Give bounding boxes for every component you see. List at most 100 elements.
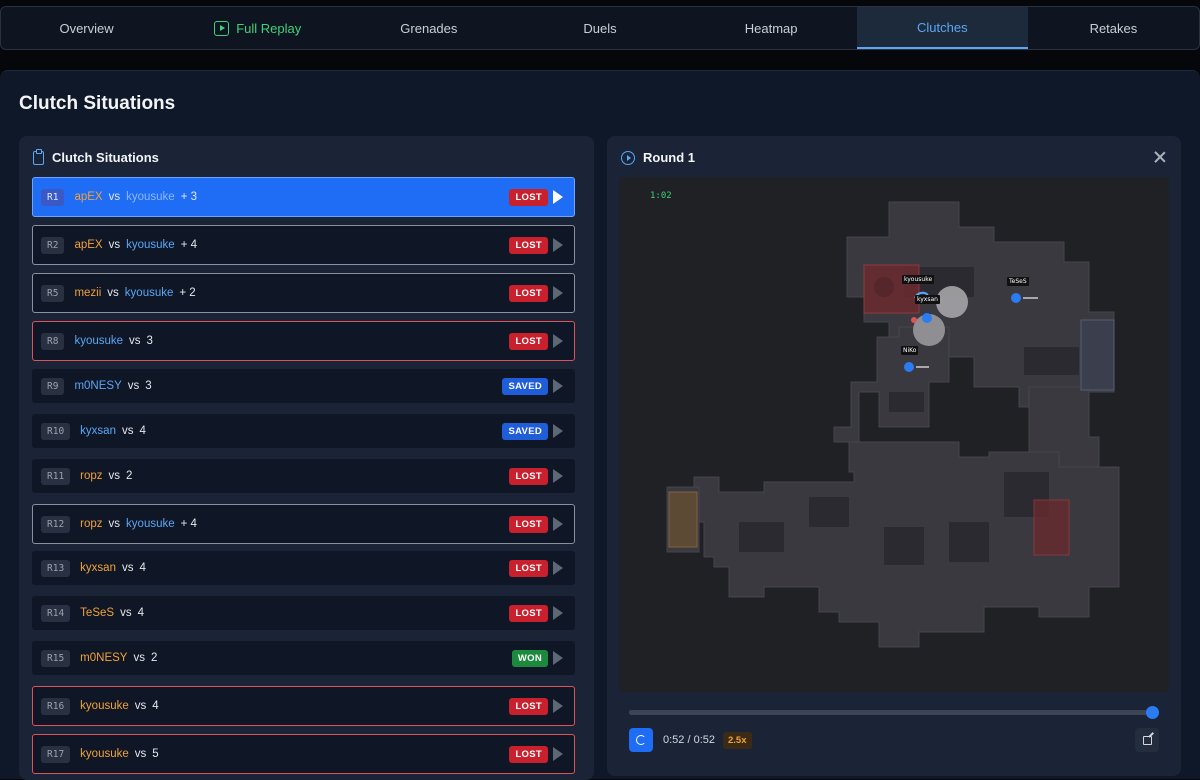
round-id: R2 bbox=[41, 236, 65, 254]
play-icon[interactable] bbox=[553, 379, 563, 393]
clutch-player: kyousuke bbox=[80, 748, 129, 760]
tab-overview[interactable]: Overview bbox=[1, 7, 172, 49]
map-layout bbox=[666, 201, 1120, 648]
opponent-count: 4 bbox=[152, 700, 159, 712]
clutch-row[interactable]: R14 TeSeS vs 4 LOST bbox=[32, 596, 575, 630]
replay-map[interactable]: 1:02 kyousuke kyxsan TeSeS NiKo bbox=[619, 177, 1169, 692]
clutch-player: TeSeS bbox=[80, 607, 115, 619]
restart-icon[interactable] bbox=[629, 728, 653, 752]
round-id: R12 bbox=[41, 515, 71, 533]
tab-heatmap[interactable]: Heatmap bbox=[686, 7, 857, 49]
tab-clutches[interactable]: Clutches bbox=[856, 7, 1028, 49]
clutch-player: kyxsan bbox=[80, 562, 116, 574]
play-icon[interactable] bbox=[553, 606, 563, 620]
clutch-list-panel: Clutch Situations R1 apEX vs kyousuke + 3 LOS… bbox=[19, 136, 594, 780]
opponent-player: kyousuke bbox=[124, 287, 174, 299]
clutch-player: kyxsan bbox=[80, 425, 116, 437]
clutch-row[interactable]: R17 kyousuke vs 5 LOST bbox=[32, 734, 575, 774]
speed-button[interactable]: 2.5x bbox=[723, 731, 752, 749]
tab-label: Clutches bbox=[916, 19, 968, 35]
play-icon[interactable] bbox=[553, 334, 563, 348]
replay-panel: Round 1 1:02 kyousuke kyxsan TeSeS NiKo … bbox=[607, 136, 1181, 776]
round-id: R16 bbox=[41, 697, 71, 715]
round-id: R10 bbox=[41, 422, 71, 440]
clutch-player: kyousuke bbox=[80, 700, 129, 712]
opponent-count: 3 bbox=[145, 380, 152, 392]
play-circle-icon bbox=[621, 150, 635, 165]
close-icon[interactable] bbox=[1153, 150, 1167, 164]
vs-label: vs bbox=[127, 380, 140, 392]
play-icon[interactable] bbox=[553, 469, 563, 483]
play-icon[interactable] bbox=[553, 561, 563, 575]
tab-duels[interactable]: Duels bbox=[514, 7, 685, 49]
clutch-row[interactable]: R11 ropz vs 2 LOST bbox=[32, 459, 575, 493]
vs-label: vs bbox=[133, 652, 145, 664]
vs-label: vs bbox=[121, 562, 134, 574]
result-badge: LOST bbox=[509, 697, 548, 715]
play-icon[interactable] bbox=[553, 424, 563, 438]
clutch-row[interactable]: R10 kyxsan vs 4 SAVED bbox=[32, 414, 575, 448]
clutch-row[interactable]: R8 kyousuke vs 3 LOST bbox=[32, 321, 575, 361]
clutch-row[interactable]: R12 ropz vs kyousuke + 4 LOST bbox=[32, 504, 575, 544]
external-link-icon[interactable] bbox=[1135, 728, 1159, 752]
result-badge: LOST bbox=[509, 515, 548, 533]
seek-progress bbox=[629, 710, 1153, 715]
opponent-extra: + 2 bbox=[179, 287, 196, 299]
play-icon[interactable] bbox=[553, 238, 563, 252]
result-badge: LOST bbox=[509, 604, 548, 622]
play-icon[interactable] bbox=[553, 699, 563, 713]
replay-header: Round 1 bbox=[621, 150, 695, 165]
tab-retakes[interactable]: Retakes bbox=[1028, 7, 1199, 49]
opponent-extra: + 4 bbox=[180, 239, 197, 251]
round-id: R17 bbox=[41, 745, 71, 763]
clutch-player: apEX bbox=[74, 191, 103, 203]
replay-title: Round 1 bbox=[643, 150, 695, 165]
round-id: R1 bbox=[41, 188, 65, 206]
opponent-player: kyousuke bbox=[126, 518, 175, 530]
tab-full-replay[interactable]: Full Replay bbox=[172, 7, 343, 49]
clipboard-icon bbox=[33, 148, 44, 165]
seek-bar[interactable] bbox=[629, 710, 1153, 715]
result-badge: WON bbox=[511, 649, 548, 667]
opponent-extra: + 4 bbox=[180, 518, 197, 530]
clutch-player: kyousuke bbox=[74, 335, 124, 347]
opponent-count: 2 bbox=[150, 652, 158, 664]
clutch-player: mezii bbox=[74, 287, 102, 299]
player-label: TeSeS bbox=[1007, 277, 1029, 286]
round-id: R5 bbox=[41, 284, 65, 302]
play-icon[interactable] bbox=[553, 747, 563, 761]
opponent-player: kyousuke bbox=[126, 239, 175, 251]
player-label: kyousuke bbox=[902, 275, 935, 284]
opponent-count: 4 bbox=[139, 562, 146, 574]
clutch-row[interactable]: R16 kyousuke vs 4 LOST bbox=[32, 686, 575, 726]
tab-label: Heatmap bbox=[744, 20, 798, 36]
time-display: 0:52 / 0:52 bbox=[663, 734, 715, 746]
play-icon[interactable] bbox=[553, 286, 563, 300]
result-badge: LOST bbox=[509, 236, 548, 254]
clutch-row[interactable]: R5 mezii vs kyousuke + 2 LOST bbox=[32, 273, 575, 313]
seek-thumb[interactable] bbox=[1146, 706, 1159, 719]
clutch-player: ropz bbox=[80, 470, 103, 482]
opponent-count: 4 bbox=[137, 607, 144, 619]
opponent-player: kyousuke bbox=[126, 191, 175, 203]
tab-grenades[interactable]: Grenades bbox=[343, 7, 514, 49]
clutch-row[interactable]: R9 m0NESY vs 3 SAVED bbox=[32, 369, 575, 403]
clutch-row[interactable]: R15 m0NESY vs 2 WON bbox=[32, 641, 575, 675]
play-icon[interactable] bbox=[553, 190, 563, 204]
clutch-player: m0NESY bbox=[80, 652, 128, 664]
opponent-extra: + 3 bbox=[180, 191, 197, 203]
round-id: R9 bbox=[41, 377, 65, 395]
round-id: R13 bbox=[41, 559, 71, 577]
round-timer: 1:02 bbox=[650, 191, 672, 201]
play-icon[interactable] bbox=[553, 651, 563, 665]
play-icon[interactable] bbox=[553, 517, 563, 531]
tab-label: Grenades bbox=[400, 20, 458, 36]
result-badge: LOST bbox=[509, 284, 548, 302]
tab-label: Full Replay bbox=[236, 20, 302, 36]
tab-label: Duels bbox=[583, 20, 617, 36]
clutch-row[interactable]: R2 apEX vs kyousuke + 4 LOST bbox=[32, 225, 575, 265]
clutch-row[interactable]: R13 kyxsan vs 4 LOST bbox=[32, 551, 575, 585]
clutch-row[interactable]: R1 apEX vs kyousuke + 3 LOST bbox=[32, 177, 575, 217]
vs-label: vs bbox=[108, 470, 121, 482]
opponent-count: 4 bbox=[139, 425, 146, 437]
